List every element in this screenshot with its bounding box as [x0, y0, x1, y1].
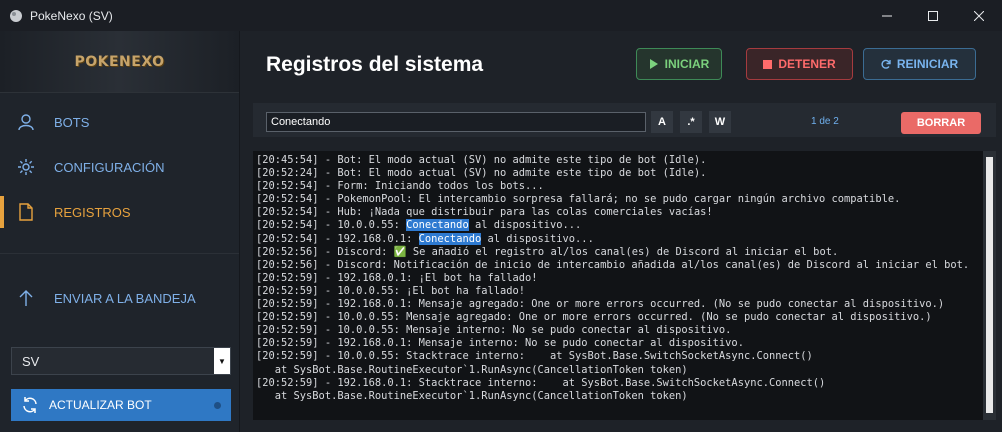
mode-select[interactable]: SV ▼: [11, 347, 231, 375]
log-line: at SysBot.Base.RoutineExecutor`1.RunAsyn…: [256, 363, 688, 376]
update-bot-button[interactable]: ACTUALIZAR BOT: [11, 389, 231, 421]
sidebar: POKENEXO BOTS CONFIGURACIÓN REGISTROS EN…: [0, 31, 240, 432]
mode-select-value: SV: [22, 353, 40, 369]
status-dot: [214, 402, 221, 409]
log-line: [20:52:56] - Discord: Notificación de in…: [256, 258, 970, 271]
page-title: Registros del sistema: [266, 53, 484, 76]
user-icon: [16, 112, 36, 132]
log-line: [20:52:54] - Form: Iniciando todos los b…: [256, 180, 544, 193]
sidebar-item-enviar-bandeja[interactable]: ENVIAR A LA BANDEJA: [0, 278, 240, 318]
log-line: at SysBot.Base.RoutineExecutor`1.RunAsyn…: [256, 389, 688, 402]
search-highlight: Conectando: [418, 232, 482, 245]
stop-button[interactable]: DETENER: [746, 48, 853, 80]
sidebar-item-label: ENVIAR A LA BANDEJA: [54, 290, 196, 306]
log-line: [20:52:59] - 10.0.0.55: Mensaje agregado…: [256, 311, 932, 324]
divider: [0, 253, 239, 254]
log-output[interactable]: [20:45:54] - Bot: El modo actual (SV) no…: [253, 151, 983, 420]
search-highlight: Conectando: [406, 219, 469, 232]
update-bot-label: ACTUALIZAR BOT: [49, 398, 152, 412]
log-line: [20:45:54] - Bot: El modo actual (SV) no…: [256, 154, 707, 166]
main-panel: Registros del sistema INICIAR DETENER RE…: [241, 31, 1002, 432]
log-line: [20:52:59] - 192.168.0.1: ¡El bot ha fal…: [256, 271, 538, 284]
sidebar-item-configuracion[interactable]: CONFIGURACIÓN: [0, 147, 240, 187]
log-line: [20:52:54] - PokemonPool: El intercambio…: [256, 193, 901, 206]
log-line: [20:52:54] - 192.168.0.1: Conectando al …: [256, 232, 594, 245]
scrollbar-thumb[interactable]: [986, 157, 993, 413]
log-line: [20:52:59] - 192.168.0.1: Mensaje agrega…: [256, 298, 945, 311]
maximize-button[interactable]: [910, 0, 956, 31]
log-line: [20:52:59] - 192.168.0.1: Stacktrace int…: [256, 376, 826, 389]
sidebar-item-bots[interactable]: BOTS: [0, 102, 240, 142]
play-icon: [649, 59, 658, 69]
log-line: [20:52:24] - Bot: El modo actual (SV) no…: [256, 167, 707, 180]
restart-label: REINICIAR: [896, 57, 959, 71]
gear-icon: [16, 157, 36, 177]
title-bar: PokeNexo (SV): [0, 0, 1002, 31]
start-label: INICIAR: [664, 57, 710, 71]
arrow-up-icon: [16, 288, 36, 308]
match-case-button[interactable]: A: [651, 111, 673, 133]
clear-button[interactable]: BORRAR: [901, 112, 981, 134]
restart-button[interactable]: REINICIAR: [863, 48, 976, 80]
log-line: [20:52:56] - Discord: ✅ Se añadió el reg…: [256, 245, 839, 258]
refresh-icon: [21, 396, 39, 414]
chevron-down-icon[interactable]: ▼: [214, 348, 230, 374]
stop-label: DETENER: [778, 57, 836, 71]
search-bar: Conectando A .* W 1 de 2 BORRAR: [253, 103, 996, 137]
search-input[interactable]: Conectando: [266, 112, 646, 132]
sidebar-item-label: REGISTROS: [54, 204, 131, 220]
logo: POKENEXO: [0, 31, 239, 93]
log-line: [20:52:59] - 10.0.0.55: Mensaje interno:…: [256, 324, 732, 337]
maximize-icon: [928, 10, 938, 21]
scrollbar[interactable]: [983, 151, 996, 420]
window-title: PokeNexo (SV): [30, 8, 113, 23]
close-icon: [974, 10, 984, 21]
close-button[interactable]: [956, 0, 1002, 31]
sidebar-item-registros[interactable]: REGISTROS: [0, 192, 240, 232]
minimize-icon: [882, 15, 892, 16]
regex-button[interactable]: .*: [680, 111, 702, 133]
logo-text: POKENEXO: [74, 53, 165, 70]
start-button[interactable]: INICIAR: [636, 48, 722, 80]
whole-word-button[interactable]: W: [709, 111, 731, 133]
log-line: [20:52:59] - 192.168.0.1: Mensaje intern…: [256, 337, 744, 350]
log-line: [20:52:59] - 10.0.0.55: Stacktrace inter…: [256, 350, 813, 363]
log-line: [20:52:59] - 10.0.0.55: ¡El bot ha falla…: [256, 284, 525, 297]
log-line: [20:52:54] - 10.0.0.55: Conectando al di…: [256, 219, 582, 232]
minimize-button[interactable]: [864, 0, 910, 31]
match-count: 1 de 2: [811, 116, 839, 127]
restart-icon: [881, 59, 891, 69]
sidebar-item-label: CONFIGURACIÓN: [54, 159, 165, 175]
sidebar-item-label: BOTS: [54, 114, 90, 130]
log-line: [20:52:54] - Hub: ¡Nada que distribuir p…: [256, 206, 713, 219]
stop-icon: [763, 59, 773, 69]
document-icon: [16, 202, 36, 222]
app-icon: [8, 8, 24, 24]
